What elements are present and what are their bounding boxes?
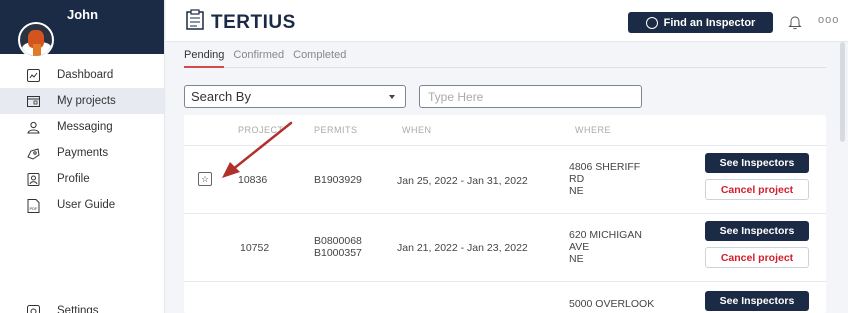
cancel-project-button[interactable]: Cancel project [705, 247, 809, 268]
chevron-down-icon [389, 95, 395, 99]
more-menu-icon[interactable]: ooo [818, 14, 839, 26]
tab-pending[interactable]: Pending [184, 46, 225, 68]
address-line: AVE [569, 241, 590, 253]
logo-icon [185, 9, 205, 36]
search-by-select[interactable]: Search By [184, 85, 406, 108]
sidebar-item-label: Messaging [57, 121, 113, 133]
sidebar-item-user-guide[interactable]: PDF User Guide [0, 192, 164, 218]
address-line: 4806 SHERIFF [569, 161, 641, 173]
status-tabs: Pending Confirmed Completed [184, 46, 826, 68]
search-input[interactable] [419, 85, 642, 108]
address-line: 620 MICHIGAN [569, 229, 642, 241]
avatar[interactable] [18, 22, 54, 58]
projects-icon [27, 95, 40, 108]
see-inspectors-button[interactable]: See Inspectors [705, 291, 809, 311]
sidebar-item-messaging[interactable]: Messaging [0, 114, 164, 140]
sidebar-item-my-projects[interactable]: My projects [0, 88, 164, 114]
logo-text: TERTIUS [211, 11, 296, 33]
gear-icon [27, 304, 40, 313]
address-line: NE [569, 253, 584, 265]
cancel-project-button[interactable]: Cancel project [705, 179, 809, 200]
see-inspectors-button[interactable]: See Inspectors [705, 153, 809, 173]
payments-icon [27, 147, 40, 160]
logo[interactable]: TERTIUS [185, 9, 296, 36]
permit-number: B1000357 [314, 247, 362, 259]
sidebar-item-label: User Guide [57, 199, 116, 211]
tab-confirmed[interactable]: Confirmed [233, 46, 284, 67]
sidebar-item-label: Dashboard [57, 69, 114, 81]
tab-completed[interactable]: Completed [293, 46, 346, 67]
sidebar: John Dashboard My projects Messaging Pay… [0, 0, 165, 313]
scrollbar[interactable] [840, 42, 845, 142]
sidebar-item-payments[interactable]: Payments [0, 140, 164, 166]
permit-number: B1903929 [314, 174, 362, 186]
sidebar-item-label: Profile [57, 173, 90, 185]
sidebar-item-label: Payments [57, 147, 109, 159]
address-line: 5000 OVERLOOK [569, 298, 655, 310]
row-divider [184, 213, 826, 214]
star-icon: ☆ [200, 173, 210, 184]
search-by-value: Search By [191, 89, 251, 104]
see-inspectors-button[interactable]: See Inspectors [705, 221, 809, 241]
sidebar-item-dashboard[interactable]: Dashboard [0, 62, 164, 88]
user-name: John [67, 7, 99, 22]
svg-text:PDF: PDF [30, 206, 39, 211]
row-divider [184, 145, 826, 146]
find-inspector-button[interactable]: Find an Inspector [628, 12, 773, 33]
find-inspector-label: Find an Inspector [663, 16, 756, 29]
permit-number: B0800068 [314, 235, 362, 247]
sidebar-header: John [0, 0, 164, 58]
bell-icon[interactable] [788, 15, 802, 30]
sidebar-item-label: My projects [57, 95, 116, 107]
search-icon [645, 16, 658, 29]
date-range: Jan 25, 2022 - Jan 31, 2022 [397, 175, 528, 187]
pdf-icon: PDF [27, 198, 40, 213]
project-id: 10836 [238, 174, 268, 186]
address-line: RD [569, 173, 585, 185]
column-header-project: PROJECT [238, 125, 284, 135]
profile-icon [27, 172, 40, 186]
column-header-when: WHEN [402, 125, 432, 135]
top-bar: TERTIUS Find an Inspector ooo [166, 0, 848, 42]
favorite-star-button[interactable]: ☆ [198, 172, 212, 186]
sidebar-item-profile[interactable]: Profile [0, 166, 164, 192]
row-divider [184, 281, 826, 282]
sidebar-item-settings[interactable]: Settings [0, 298, 164, 313]
dashboard-icon [27, 68, 40, 82]
column-header-permits: PERMITS [314, 125, 358, 135]
sidebar-item-label: Settings [57, 305, 99, 313]
messaging-icon [27, 121, 40, 134]
column-header-where: WHERE [575, 125, 611, 135]
date-range: Jan 21, 2022 - Jan 23, 2022 [397, 242, 528, 254]
address-line: NE [569, 185, 584, 197]
project-id: 10752 [240, 242, 270, 254]
